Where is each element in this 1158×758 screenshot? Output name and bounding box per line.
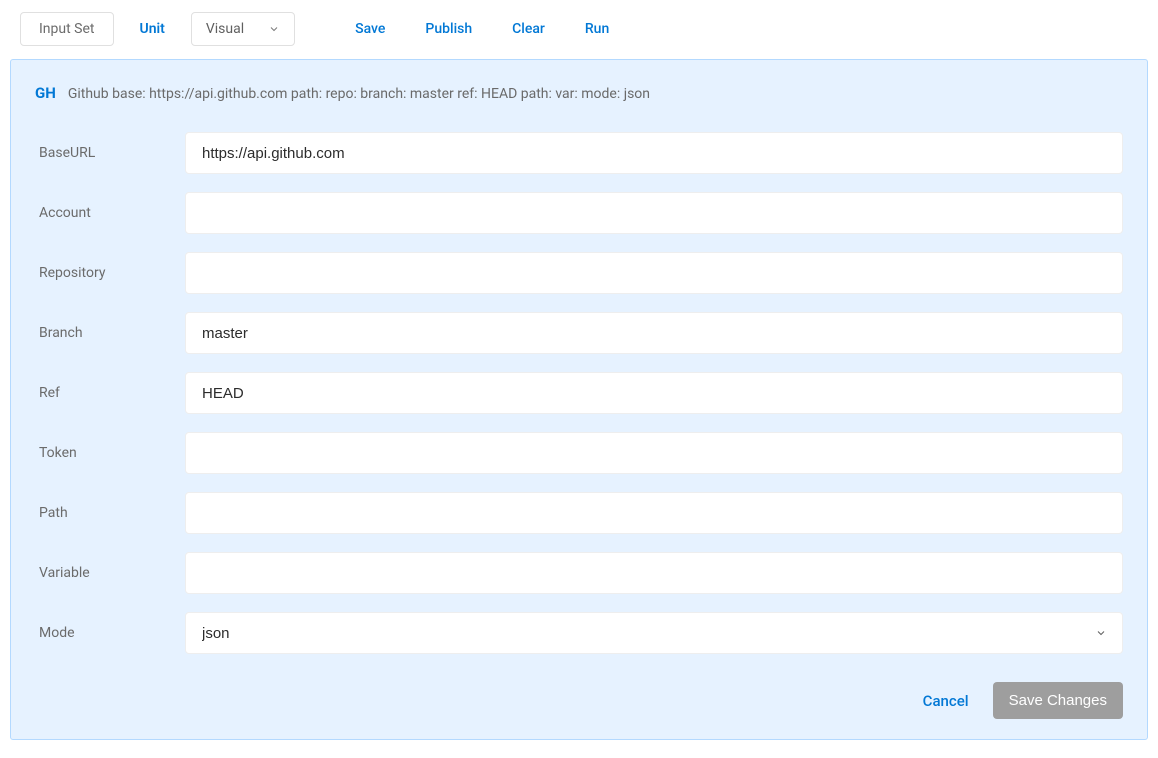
- path-label: Path: [35, 505, 185, 521]
- account-input[interactable]: [185, 192, 1123, 234]
- panel-description: Github base: https://api.github.com path…: [68, 86, 650, 102]
- config-panel: GH Github base: https://api.github.com p…: [10, 59, 1148, 740]
- publish-action[interactable]: Publish: [409, 13, 488, 45]
- token-row: Token: [35, 432, 1123, 474]
- branch-input[interactable]: [185, 312, 1123, 354]
- token-label: Token: [35, 445, 185, 461]
- repository-label: Repository: [35, 265, 185, 281]
- account-row: Account: [35, 192, 1123, 234]
- ref-label: Ref: [35, 385, 185, 401]
- view-mode-select[interactable]: Visual: [191, 12, 295, 46]
- repository-input[interactable]: [185, 252, 1123, 294]
- mode-row: Mode: [35, 612, 1123, 654]
- repository-row: Repository: [35, 252, 1123, 294]
- mode-select[interactable]: [185, 612, 1123, 654]
- save-changes-button[interactable]: Save Changes: [993, 682, 1123, 719]
- input-set-button[interactable]: Input Set: [20, 12, 114, 46]
- account-label: Account: [35, 205, 185, 221]
- mode-label: Mode: [35, 625, 185, 641]
- base-url-label: BaseURL: [35, 145, 185, 161]
- view-mode-label: Visual: [206, 21, 244, 37]
- toolbar: Input Set Unit Visual Save Publish Clear…: [0, 0, 1158, 59]
- variable-input[interactable]: [185, 552, 1123, 594]
- mode-select-wrapper: [185, 612, 1123, 654]
- ref-row: Ref: [35, 372, 1123, 414]
- path-row: Path: [35, 492, 1123, 534]
- base-url-row: BaseURL: [35, 132, 1123, 174]
- token-input[interactable]: [185, 432, 1123, 474]
- path-input[interactable]: [185, 492, 1123, 534]
- clear-action[interactable]: Clear: [496, 13, 561, 45]
- panel-footer: Cancel Save Changes: [35, 682, 1123, 719]
- chevron-down-icon: [268, 23, 280, 35]
- variable-label: Variable: [35, 565, 185, 581]
- save-action[interactable]: Save: [339, 13, 401, 45]
- variable-row: Variable: [35, 552, 1123, 594]
- panel-header: GH Github base: https://api.github.com p…: [35, 84, 1123, 102]
- ref-input[interactable]: [185, 372, 1123, 414]
- panel-code: GH: [35, 84, 56, 102]
- cancel-button[interactable]: Cancel: [919, 684, 973, 718]
- unit-tab[interactable]: Unit: [122, 13, 183, 45]
- base-url-input[interactable]: [185, 132, 1123, 174]
- branch-row: Branch: [35, 312, 1123, 354]
- branch-label: Branch: [35, 325, 185, 341]
- run-action[interactable]: Run: [569, 13, 625, 45]
